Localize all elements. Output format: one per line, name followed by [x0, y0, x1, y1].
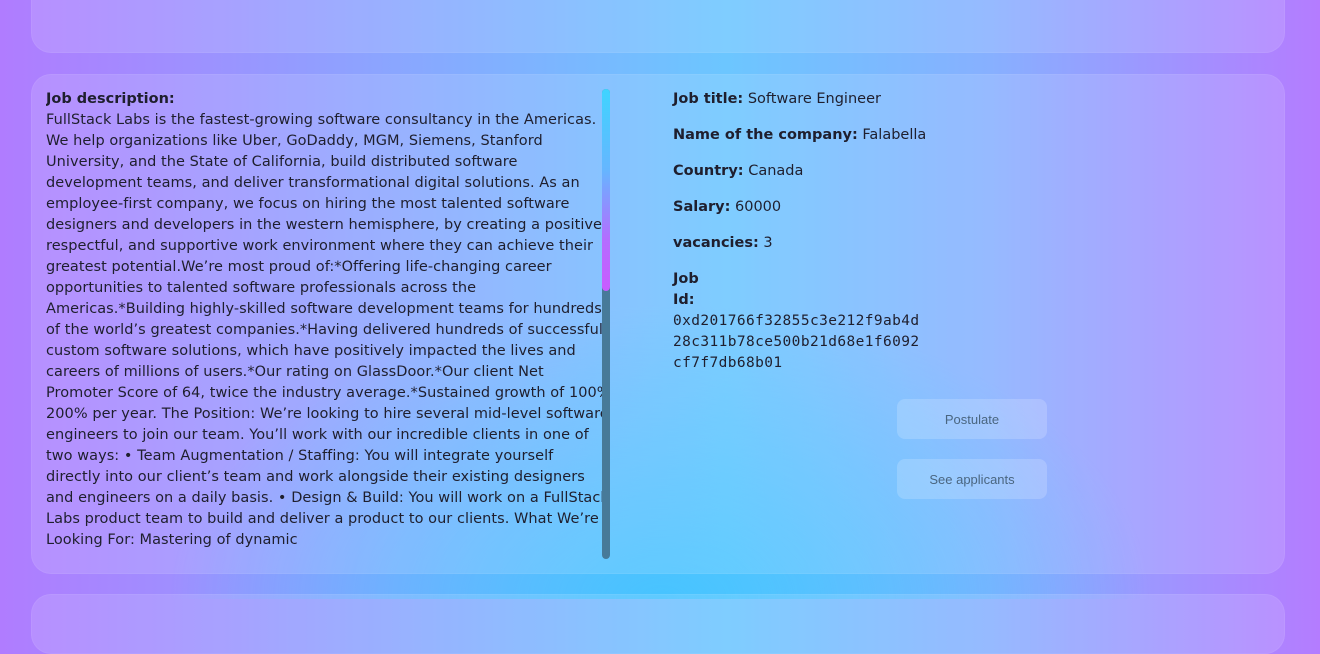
job-id-value: 0xd201766f32855c3e212f9ab4d28c311b78ce50… — [673, 313, 920, 371]
vacancies-row: vacancies: 3 — [673, 233, 973, 254]
salary-label: Salary: — [673, 199, 731, 215]
company-value: Falabella — [862, 127, 927, 143]
next-job-card — [31, 594, 1285, 654]
country-label: Country: — [673, 163, 744, 179]
salary-value: 60000 — [735, 199, 782, 215]
job-id-label: Job Id: — [673, 271, 699, 308]
job-title-row: Job title: Software Engineer — [673, 89, 973, 110]
job-card: Job description: FullStack Labs is the f… — [31, 74, 1285, 574]
country-value: Canada — [748, 163, 804, 179]
see-applicants-button[interactable]: See applicants — [897, 459, 1047, 499]
job-description-label: Job description: — [46, 91, 175, 107]
job-title-label: Job title: — [673, 91, 744, 107]
salary-row: Salary: 60000 — [673, 197, 973, 218]
job-description-panel[interactable]: Job description: FullStack Labs is the f… — [46, 89, 611, 559]
postulate-button[interactable]: Postulate — [897, 399, 1047, 439]
job-description-text: FullStack Labs is the fastest-growing so… — [46, 112, 611, 548]
description-scrollbar-thumb[interactable] — [602, 89, 610, 291]
company-label: Name of the company: — [673, 127, 858, 143]
company-row: Name of the company: Falabella — [673, 125, 973, 146]
previous-job-card — [31, 0, 1285, 53]
country-row: Country: Canada — [673, 161, 973, 182]
job-title-value: Software Engineer — [747, 91, 881, 107]
vacancies-value: 3 — [763, 235, 773, 251]
job-id-row: Job Id: 0xd201766f32855c3e212f9ab4d28c31… — [673, 269, 973, 374]
description-scrollbar[interactable] — [602, 89, 610, 559]
job-details: Job title: Software Engineer Name of the… — [673, 89, 973, 389]
vacancies-label: vacancies: — [673, 235, 759, 251]
